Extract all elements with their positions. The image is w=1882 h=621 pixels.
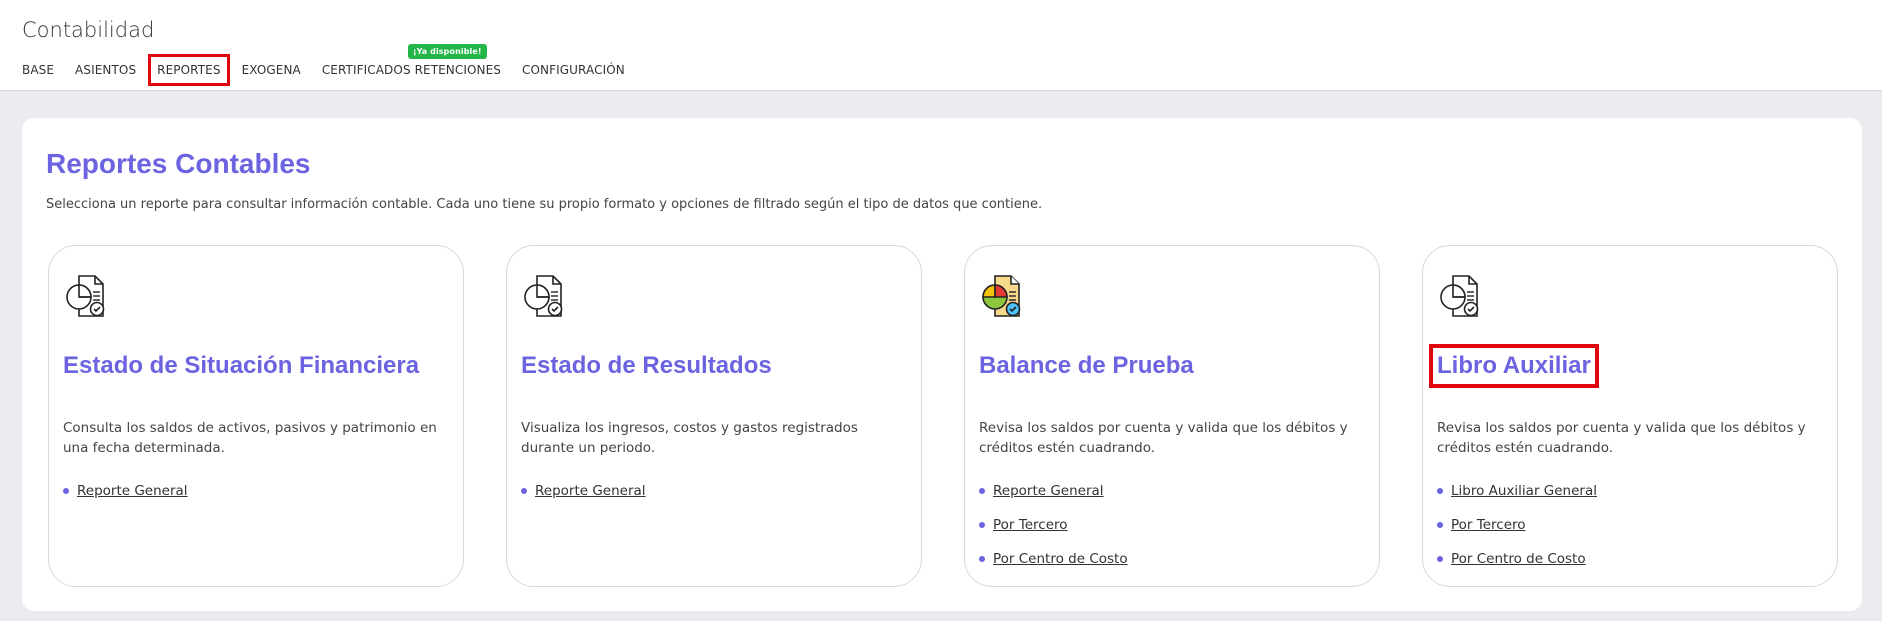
color-report-chart-icon <box>982 275 1021 317</box>
report-card-libro-auxiliar: Libro Auxiliar Revisa los saldos por cue… <box>1422 245 1838 587</box>
page-description: Selecciona un reporte para consultar inf… <box>46 197 1043 212</box>
card-description: Revisa los saldos por cuenta y valida qu… <box>979 420 1348 456</box>
bullet-icon <box>1437 488 1443 494</box>
card-link-list: Reporte General <box>63 474 188 508</box>
card-link-list: Reporte General Por Tercero Por Centro d… <box>979 474 1128 576</box>
list-item: Por Centro de Costo <box>1437 542 1597 576</box>
card-link-list: Reporte General <box>521 474 646 508</box>
bullet-icon <box>521 488 527 494</box>
link-por-tercero[interactable]: Por Tercero <box>993 517 1068 533</box>
tab-reportes[interactable]: REPORTES <box>148 54 230 86</box>
card-title: Estado de Situación Financiera <box>63 352 420 379</box>
reports-panel: Reportes Contables Selecciona un reporte… <box>22 118 1862 611</box>
report-chart-icon <box>66 275 105 317</box>
tab-asientos[interactable]: ASIENTOS <box>75 63 136 77</box>
link-por-centro-de-costo[interactable]: Por Centro de Costo <box>1451 551 1586 567</box>
report-card-situacion-financiera: Estado de Situación Financiera Consulta … <box>48 245 464 587</box>
link-por-tercero[interactable]: Por Tercero <box>1451 517 1526 533</box>
tab-certificados-label: CERTIFICADOS RETENCIONES <box>321 63 502 77</box>
bullet-icon <box>1437 556 1443 562</box>
bullet-icon <box>979 522 985 528</box>
top-bar: Contabilidad BASE ASIENTOS REPORTES EXOG… <box>0 0 1882 91</box>
page-title: Reportes Contables <box>46 148 311 179</box>
report-chart-icon <box>524 275 563 317</box>
link-reporte-general[interactable]: Reporte General <box>535 483 646 499</box>
list-item: Por Centro de Costo <box>979 542 1128 576</box>
card-title: Balance de Prueba <box>979 352 1194 379</box>
list-item: Por Tercero <box>979 508 1128 542</box>
bullet-icon <box>1437 522 1443 528</box>
tab-configuracion[interactable]: CONFIGURACIÓN <box>522 63 625 77</box>
list-item: Libro Auxiliar General <box>1437 474 1597 508</box>
link-libro-auxiliar-general[interactable]: Libro Auxiliar General <box>1451 483 1597 499</box>
bullet-icon <box>63 488 69 494</box>
link-por-centro-de-costo[interactable]: Por Centro de Costo <box>993 551 1128 567</box>
card-title[interactable]: Libro Auxiliar <box>1429 344 1599 388</box>
card-description: Consulta los saldos de activos, pasivos … <box>63 420 437 456</box>
list-item: Reporte General <box>63 474 188 508</box>
card-description: Revisa los saldos por cuenta y valida qu… <box>1437 420 1806 456</box>
link-reporte-general[interactable]: Reporte General <box>993 483 1104 499</box>
card-title: Estado de Resultados <box>521 352 772 379</box>
card-link-list: Libro Auxiliar General Por Tercero Por C… <box>1437 474 1597 576</box>
main-tabs: BASE ASIENTOS REPORTES EXOGENA CERTIFICA… <box>22 44 646 86</box>
tab-exogena[interactable]: EXOGENA <box>242 63 301 77</box>
app-title: Contabilidad <box>22 18 155 42</box>
report-chart-icon <box>1440 275 1479 317</box>
bullet-icon <box>979 556 985 562</box>
card-description: Visualiza los ingresos, costos y gastos … <box>521 420 858 456</box>
report-card-balance-prueba: Balance de Prueba Revisa los saldos por … <box>964 245 1380 587</box>
report-card-estado-resultados: Estado de Resultados Visualiza los ingre… <box>506 245 922 587</box>
list-item: Reporte General <box>521 474 646 508</box>
list-item: Reporte General <box>979 474 1128 508</box>
bullet-icon <box>979 488 985 494</box>
tab-base[interactable]: BASE <box>22 63 54 77</box>
tab-certificados-retenciones[interactable]: CERTIFICADOS RETENCIONES ¡Ya disponible! <box>321 44 502 77</box>
new-badge: ¡Ya disponible! <box>407 44 487 59</box>
list-item: Por Tercero <box>1437 508 1597 542</box>
link-reporte-general[interactable]: Reporte General <box>77 483 188 499</box>
